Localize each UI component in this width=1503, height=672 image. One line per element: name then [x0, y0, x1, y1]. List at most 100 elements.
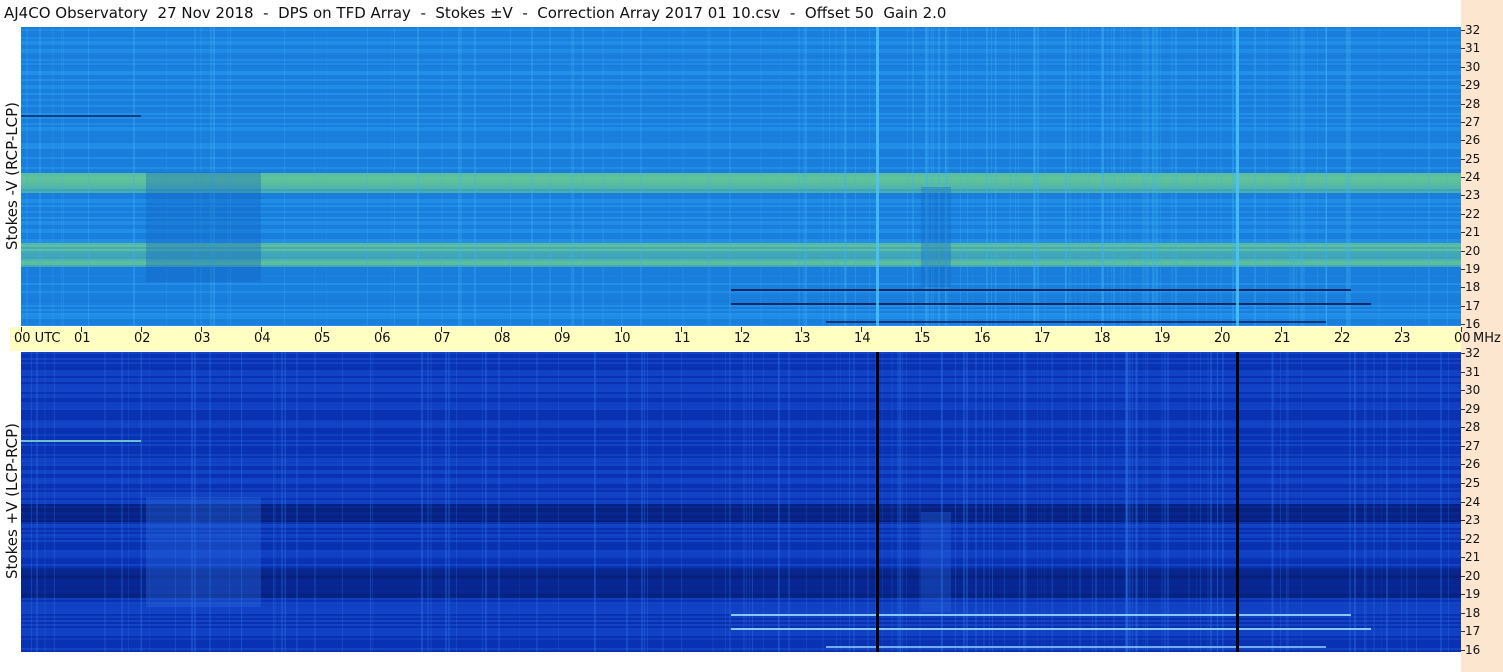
spectrogram-streak: [869, 27, 870, 326]
spectrogram-band: [21, 460, 1461, 462]
spectrogram-band: [21, 313, 1461, 315]
spectrogram-streak: [88, 27, 89, 326]
spectrogram-band: [21, 125, 1461, 127]
spectrogram-streak: [1196, 352, 1197, 652]
spectrogram-streak: [1165, 352, 1166, 652]
bottom-freq-label-27: 27: [1465, 438, 1481, 453]
spectrogram-band: [21, 644, 1461, 646]
bottom-freq-label-22: 22: [1465, 531, 1481, 546]
spectrogram-band: [21, 494, 1461, 496]
spectrogram-streak: [1373, 352, 1375, 652]
spectrogram-streak: [281, 352, 283, 652]
top-freq-label-32: 32: [1465, 23, 1481, 37]
spectrogram-band: [21, 436, 1461, 438]
spectrogram-streak: [778, 352, 780, 652]
spectrogram-band: [21, 638, 1461, 640]
spectrogram-band: [21, 127, 1461, 129]
spectrogram-band: [21, 472, 1461, 474]
spectrogram-streak: [1004, 352, 1005, 652]
spectrogram-band: [21, 482, 1461, 484]
spectrogram-band: [21, 440, 1461, 442]
spectrogram-streak: [1364, 352, 1365, 652]
spectrogram-streak: [394, 27, 395, 326]
spectrogram-band: [21, 626, 1461, 628]
spectrogram-band: [21, 394, 1461, 396]
spectrogram-band: [21, 143, 1461, 145]
spectrogram-band: [21, 295, 1461, 297]
spectrogram-band: [21, 85, 1461, 87]
spectrogram-streak: [1415, 27, 1416, 326]
spectrogram-band: [21, 432, 1461, 434]
spectrogram-streak: [966, 352, 968, 652]
spectrogram-streak: [1075, 27, 1076, 326]
spectrogram-band: [21, 31, 1461, 33]
spectrogram-streak: [296, 352, 298, 652]
vertical-marker: [1236, 27, 1239, 326]
spectrogram-band: [21, 424, 1461, 426]
interference-line: [826, 321, 1326, 323]
spectrogram-streak: [1034, 27, 1036, 326]
spectrogram-band: [21, 139, 1461, 141]
spectrogram-band: [21, 285, 1461, 287]
spectrogram-streak: [640, 27, 642, 326]
spectrogram-streak: [725, 352, 726, 652]
time-label-0: 00 UTC: [14, 331, 61, 346]
spectrogram-streak: [1113, 27, 1115, 326]
spectrogram-streak: [849, 352, 850, 652]
spectrogram-band: [21, 145, 1461, 147]
spectrogram-band: [21, 117, 1461, 119]
spectrogram-streak: [902, 352, 903, 652]
top-freq-label-28: 28: [1465, 96, 1481, 111]
spectrogram-streak: [1129, 27, 1131, 326]
bottom-freq-tick: [1461, 557, 1465, 558]
spectrogram-streak: [1200, 352, 1201, 652]
spectrogram-streak: [549, 27, 551, 326]
spectrogram-streak: [273, 352, 274, 652]
interference-line: [731, 614, 1351, 616]
spectrogram-streak: [746, 352, 747, 652]
spectrogram-band: [21, 291, 1461, 293]
spectrogram-band: [21, 29, 1461, 31]
spectrogram-streak: [1147, 27, 1149, 326]
spectrogram-streak: [822, 27, 824, 326]
spectrogram-streak: [456, 352, 457, 652]
top-freq-label-19: 19: [1465, 261, 1481, 276]
spectrogram-band: [21, 325, 1461, 326]
spectrogram-streak: [986, 27, 988, 326]
spectrogram-streak: [983, 352, 985, 652]
spectrogram-band: [21, 113, 1461, 115]
spectrogram-streak: [1019, 352, 1020, 652]
spectrogram-streak: [1349, 27, 1350, 326]
spectrogram-streak: [1296, 27, 1297, 326]
spectrogram-band: [21, 406, 1461, 408]
top-freq-label-23: 23: [1465, 188, 1481, 203]
spectrogram-streak: [326, 27, 327, 326]
spectrogram-band: [21, 39, 1461, 41]
spectrogram-streak: [1167, 352, 1169, 652]
spectrogram-streak: [1037, 27, 1039, 326]
spectrogram-band: [21, 45, 1461, 47]
spectrogram-band: [21, 59, 1461, 61]
spectrogram-band: [21, 293, 1461, 295]
spectrogram-streak: [1015, 27, 1016, 326]
time-tick: [1341, 327, 1342, 332]
spectrogram-band: [21, 87, 1461, 89]
spectrogram-streak: [571, 27, 573, 326]
spectrogram-streak: [1111, 27, 1112, 326]
bottom-freq-label-19: 19: [1465, 587, 1481, 602]
spectrogram-streak: [121, 352, 123, 652]
interference-line: [731, 628, 1371, 630]
spectrogram-band: [21, 63, 1461, 65]
top-freq-tick: [1461, 214, 1465, 215]
spectrogram-band: [21, 165, 1461, 167]
time-tick: [321, 327, 322, 332]
top-freq-tick: [1461, 306, 1465, 307]
spectrogram-band: [21, 297, 1461, 299]
spectrogram-band: [21, 121, 1461, 123]
spectrogram-streak: [1018, 27, 1019, 326]
spectrogram-band: [21, 71, 1461, 73]
spectrogram-streak: [1386, 352, 1388, 652]
spectrogram-band: [21, 311, 1461, 313]
spectrogram-band: [21, 624, 1461, 626]
spectrogram-band: [21, 410, 1461, 412]
